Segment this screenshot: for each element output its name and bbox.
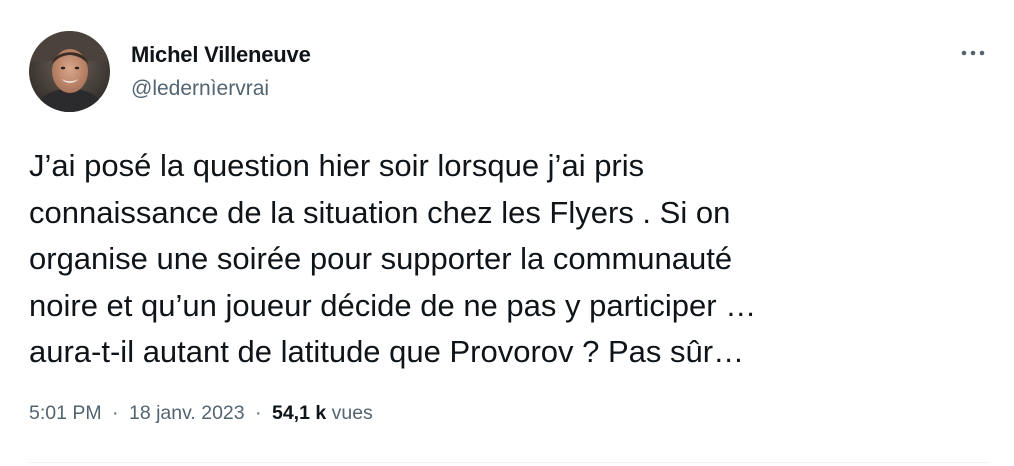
more-options-button[interactable] (958, 43, 988, 63)
tweet-date[interactable]: 18 janv. 2023 (129, 402, 245, 424)
avatar[interactable] (29, 31, 110, 112)
tweet-card: Michel Villeneuve @ledernìervrai J’ai po… (0, 0, 1014, 466)
tweet-text-line: organise une soirée pour supporter la co… (29, 241, 733, 276)
author-handle[interactable]: @ledernìervrai (131, 77, 269, 101)
more-horizontal-icon (961, 50, 985, 56)
divider (29, 462, 989, 463)
tweet-text-line: noire et qu’un joueur décide de ne pas y… (29, 287, 757, 323)
meta-separator: · (255, 402, 262, 424)
user-avatar-photo-icon (29, 31, 110, 112)
author-display-name[interactable]: Michel Villeneuve (131, 42, 311, 68)
tweet-text-line: J’ai posé la question hier soir lorsque … (29, 148, 645, 183)
tweet-text-line: connaissance de la situation chez les Fl… (29, 194, 731, 230)
tweet-text: J’ai posé la question hier soir lorsque … (29, 143, 989, 376)
tweet-metadata: 5:01 PM · 18 janv. 2023 · 54,1 k vues (29, 402, 373, 425)
views-label: vues (331, 402, 373, 424)
meta-separator: · (112, 402, 119, 424)
tweet-time[interactable]: 5:01 PM (29, 402, 102, 424)
tweet-text-line: aura-t-il autant de latitude que Provoro… (29, 334, 745, 369)
views-count[interactable]: 54,1 k (272, 402, 326, 424)
